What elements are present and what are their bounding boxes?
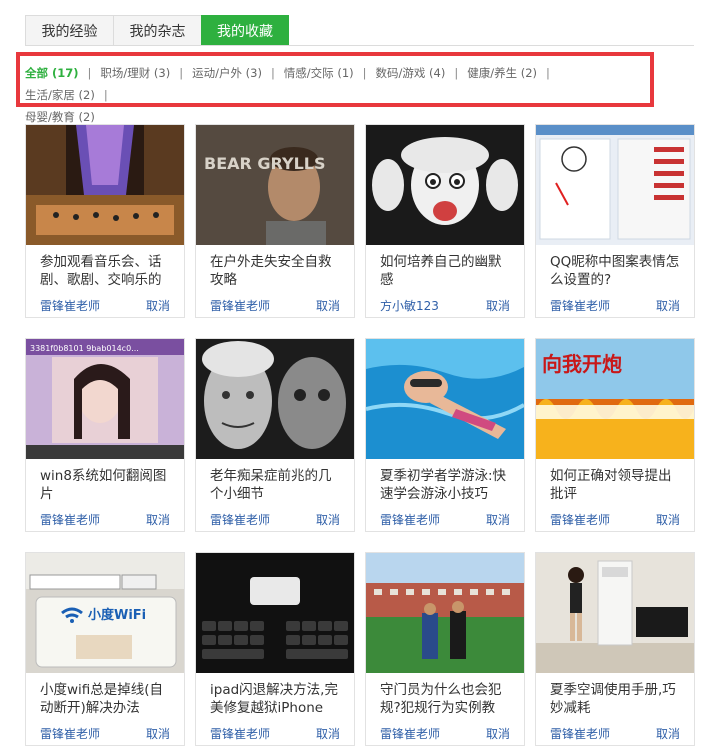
thumb-text: BEAR GRYLLS [204, 154, 325, 173]
card-title[interactable]: 老年痴呆症前兆的几个小细节 [210, 467, 342, 503]
cancel-favorite-button[interactable]: 取消 [316, 725, 340, 742]
cancel-favorite-button[interactable]: 取消 [656, 511, 680, 528]
favorite-card: 参加观看音乐会、话剧、歌剧、交响乐的 雷锋崔老师 取消 [25, 124, 185, 318]
category-separator: | [87, 66, 92, 80]
thumb-text: 小度WiFi [88, 607, 146, 623]
card-author[interactable]: 雷锋崔老师 [40, 297, 100, 314]
card-title[interactable]: QQ昵称中图案表情怎么设置的? [550, 253, 682, 289]
tab-divider [25, 45, 694, 46]
card-author[interactable]: 雷锋崔老师 [210, 297, 270, 314]
thumb-text: 3381f0b8101 9bab014c0... [30, 344, 139, 353]
favorite-card: QQ昵称中图案表情怎么设置的? 雷锋崔老师 取消 [535, 124, 695, 318]
tab-my-magazine[interactable]: 我的杂志 [113, 15, 201, 46]
card-author[interactable]: 雷锋崔老师 [550, 725, 610, 742]
favorite-card: 3381f0b8101 9bab014c0... win8系统如何翻阅图片 雷锋… [25, 338, 185, 532]
favorite-card: ipad闪退解决方法,完美修复越狱iPhone 雷锋崔老师 取消 [195, 552, 355, 746]
cancel-favorite-button[interactable]: 取消 [486, 511, 510, 528]
card-title[interactable]: win8系统如何翻阅图片 [40, 467, 172, 503]
elderly-faces-photo[interactable] [196, 339, 354, 459]
tab-my-favorites[interactable]: 我的收藏 [201, 15, 289, 46]
card-title[interactable]: 守门员为什么也会犯规?犯规行为实例教 [380, 681, 512, 717]
soccer-field-photo[interactable] [366, 553, 524, 673]
favorite-card: 老年痴呆症前兆的几个小细节 雷锋崔老师 取消 [195, 338, 355, 532]
card-author[interactable]: 雷锋崔老师 [210, 725, 270, 742]
category-digital-games[interactable]: 数码/游戏 (4) [376, 66, 446, 80]
card-author[interactable]: 雷锋崔老师 [550, 511, 610, 528]
tab-my-experience[interactable]: 我的经验 [25, 15, 113, 46]
air-conditioner-photo[interactable] [536, 553, 694, 673]
thumb-text: 向我开炮 [542, 352, 622, 376]
favorite-card: BEAR GRYLLS 在户外走失安全自救攻略 雷锋崔老师 取消 [195, 124, 355, 318]
cancel-favorite-button[interactable]: 取消 [486, 297, 510, 314]
cancel-favorite-button[interactable]: 取消 [316, 511, 340, 528]
category-separator: | [454, 66, 459, 80]
card-author[interactable]: 雷锋崔老师 [40, 511, 100, 528]
category-career-finance[interactable]: 职场/理财 (3) [100, 66, 170, 80]
favorite-card: 守门员为什么也会犯规?犯规行为实例教 雷锋崔老师 取消 [365, 552, 525, 746]
category-parenting-education[interactable]: 母婴/教育 (2) [25, 110, 95, 124]
cancel-favorite-button[interactable]: 取消 [146, 511, 170, 528]
card-title[interactable]: 在户外走失安全自救攻略 [210, 253, 342, 289]
card-author[interactable]: 雷锋崔老师 [40, 725, 100, 742]
card-author[interactable]: 雷锋崔老师 [550, 297, 610, 314]
swimmer-photo[interactable] [366, 339, 524, 459]
concert-photo[interactable] [26, 125, 184, 245]
category-sports-outdoor[interactable]: 运动/户外 (3) [192, 66, 262, 80]
cancel-favorite-button[interactable]: 取消 [146, 297, 170, 314]
category-filter: 全部 (17) | 职场/理财 (3) | 运动/户外 (3) | 情感/交际 (1) | 数码… [25, 62, 645, 128]
card-title[interactable]: 夏季初学者学游泳:快速学会游泳小技巧 [380, 467, 512, 503]
bear-grylls-photo[interactable]: BEAR GRYLLS [196, 125, 354, 245]
favorite-card: 小度WiFi 小度wifi总是掉线(自动断开)解决办法 雷锋崔老师 取消 [25, 552, 185, 746]
xiaodu-wifi-photo[interactable]: 小度WiFi [26, 553, 184, 673]
favorite-card: 夏季空调使用手册,巧妙减耗 雷锋崔老师 取消 [535, 552, 695, 746]
card-title[interactable]: 如何正确对领导提出批评 [550, 467, 682, 503]
cancel-favorite-button[interactable]: 取消 [486, 725, 510, 742]
category-separator: | [103, 88, 108, 102]
card-title[interactable]: 如何培养自己的幽默感 [380, 253, 512, 289]
qq-screenshot[interactable] [536, 125, 694, 245]
favorite-card: 夏季初学者学游泳:快速学会游泳小技巧 雷锋崔老师 取消 [365, 338, 525, 532]
ipad-keyboard-screenshot[interactable] [196, 553, 354, 673]
favorite-card: 如何培养自己的幽默感 方小敏123 取消 [365, 124, 525, 318]
fire-banner[interactable]: 向我开炮 [536, 339, 694, 459]
card-title[interactable]: ipad闪退解决方法,完美修复越狱iPhone [210, 681, 342, 717]
category-life-home[interactable]: 生活/家居 (2) [25, 88, 95, 102]
einstein-cartoon[interactable] [366, 125, 524, 245]
card-author[interactable]: 雷锋崔老师 [380, 511, 440, 528]
category-health[interactable]: 健康/养生 (2) [467, 66, 537, 80]
card-author[interactable]: 雷锋崔老师 [210, 511, 270, 528]
win8-photo-viewer[interactable]: 3381f0b8101 9bab014c0... [26, 339, 184, 459]
category-separator: | [546, 66, 550, 80]
card-title[interactable]: 夏季空调使用手册,巧妙减耗 [550, 681, 682, 717]
card-author[interactable]: 方小敏123 [380, 297, 439, 314]
cancel-favorite-button[interactable]: 取消 [656, 297, 680, 314]
category-separator: | [362, 66, 367, 80]
card-title[interactable]: 参加观看音乐会、话剧、歌剧、交响乐的 [40, 253, 172, 289]
category-all[interactable]: 全部 (17) [25, 66, 79, 80]
card-title[interactable]: 小度wifi总是掉线(自动断开)解决办法 [40, 681, 172, 717]
card-author[interactable]: 雷锋崔老师 [380, 725, 440, 742]
cancel-favorite-button[interactable]: 取消 [146, 725, 170, 742]
cancel-favorite-button[interactable]: 取消 [656, 725, 680, 742]
tab-bar: 我的经验 我的杂志 我的收藏 [25, 15, 289, 46]
favorite-card: 向我开炮 如何正确对领导提出批评 雷锋崔老师 取消 [535, 338, 695, 532]
category-separator: | [270, 66, 275, 80]
category-separator: | [179, 66, 184, 80]
category-emotion-social[interactable]: 情感/交际 (1) [284, 66, 354, 80]
cancel-favorite-button[interactable]: 取消 [316, 297, 340, 314]
